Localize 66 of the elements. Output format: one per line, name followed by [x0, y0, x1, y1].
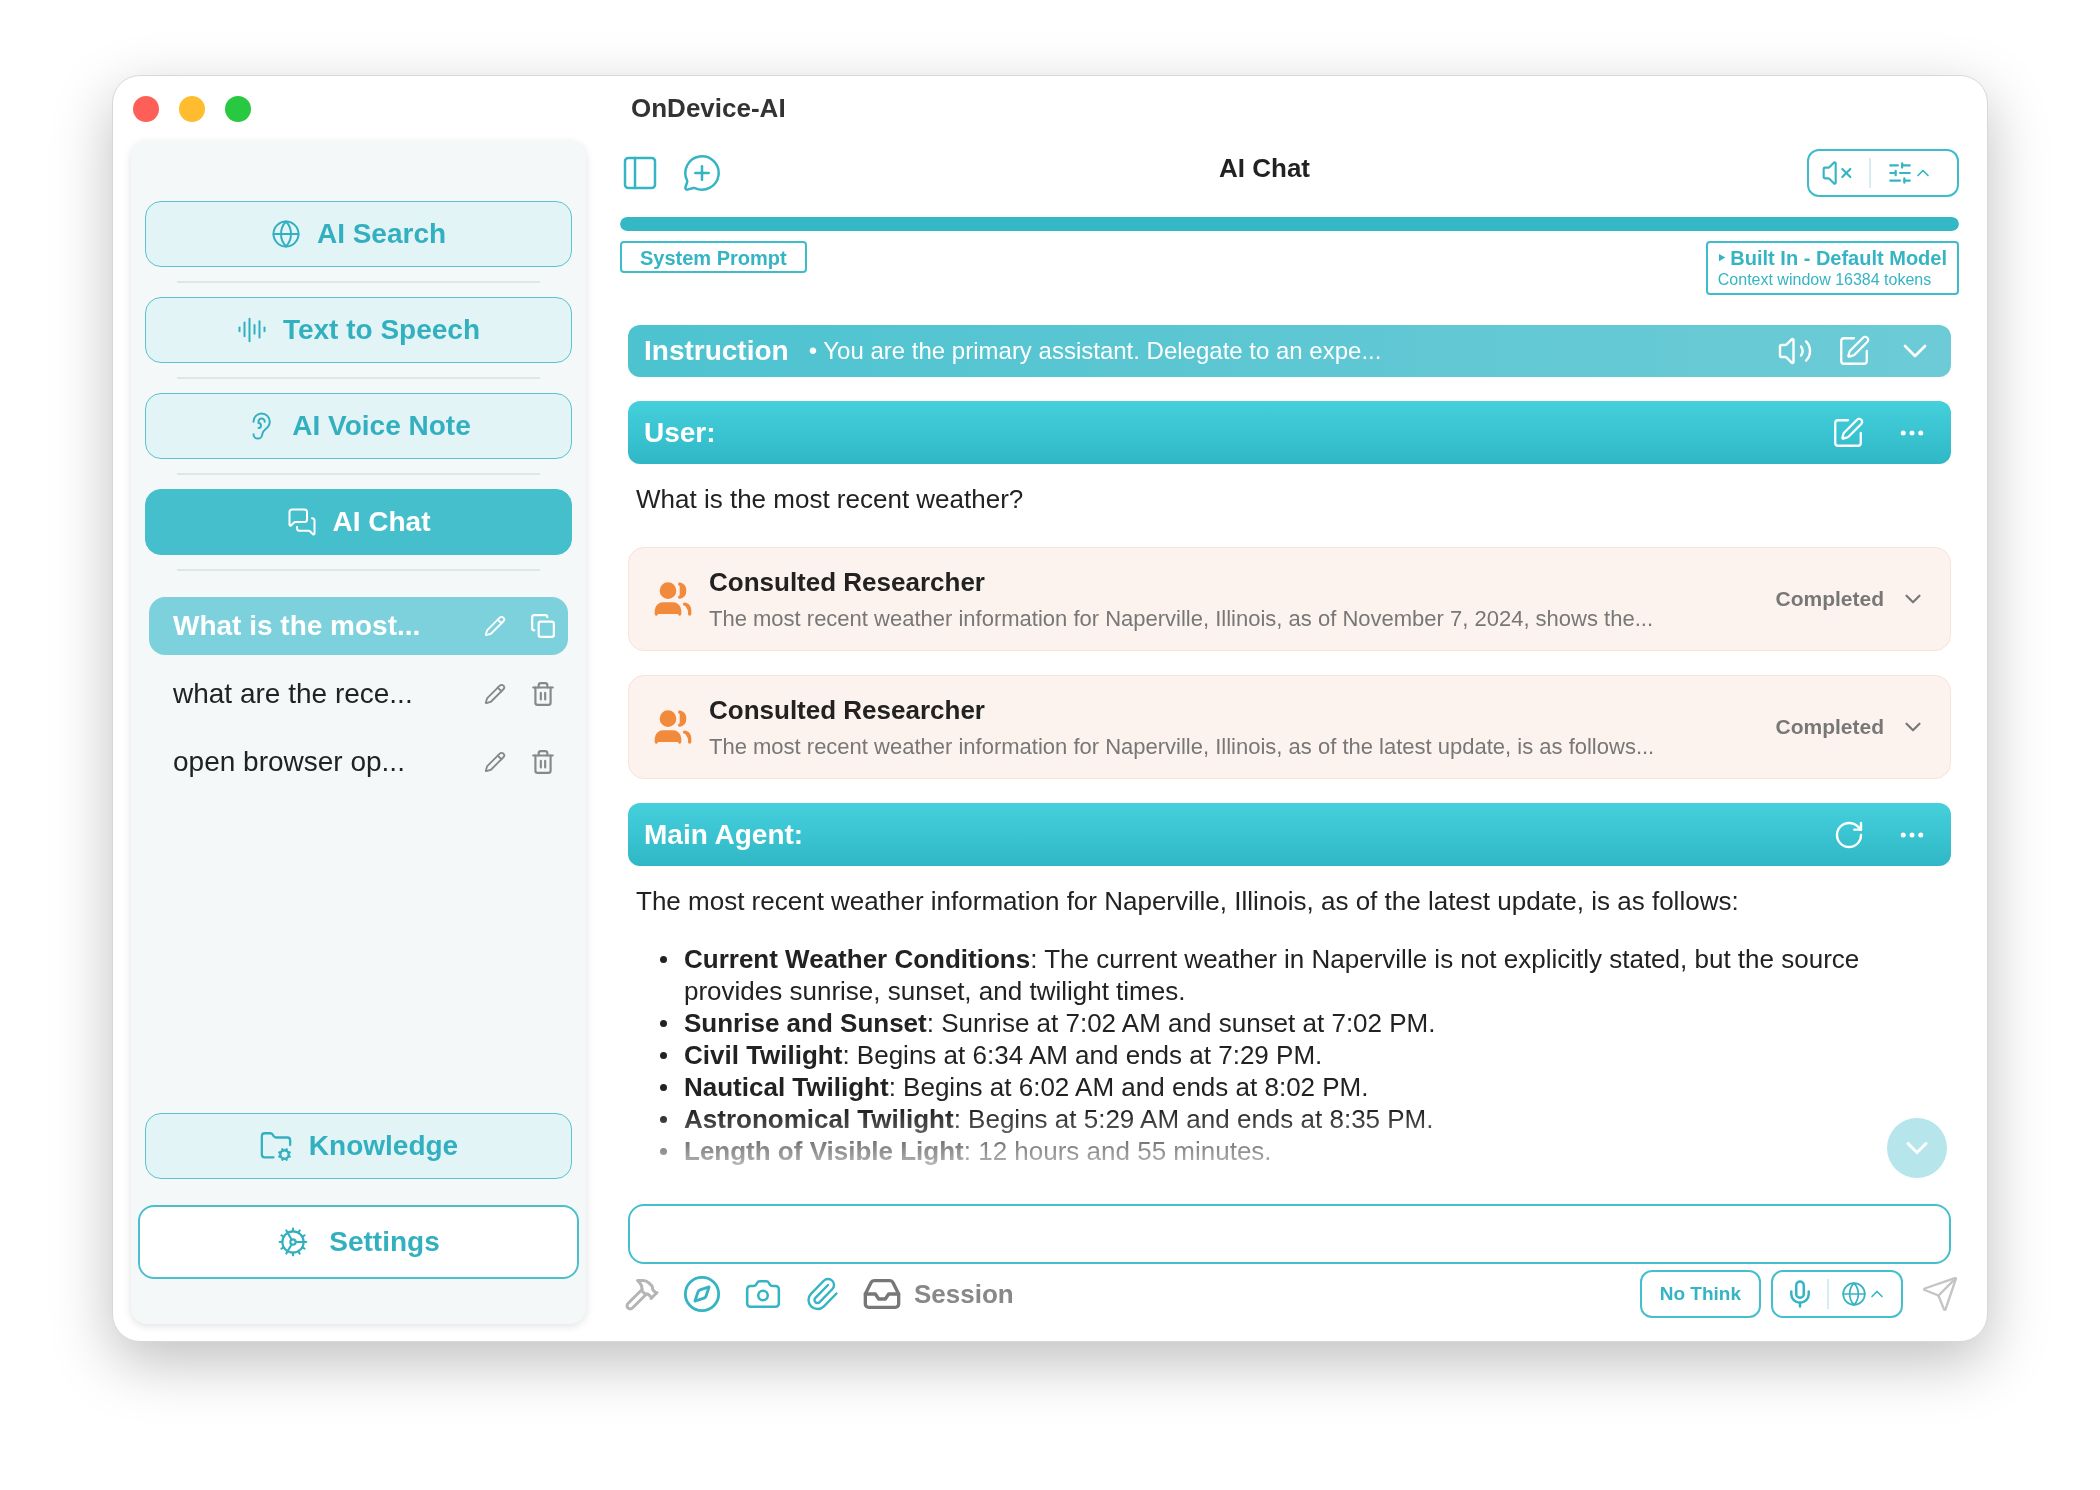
- message-input-field[interactable]: [628, 1204, 1951, 1264]
- model-selector[interactable]: ‣ Built In - Default Model Context window 16384 tokens: [1705, 241, 1959, 295]
- role-label: Main Agent:: [644, 817, 805, 852]
- edit-icon[interactable]: [1831, 415, 1865, 450]
- system-prompt-button[interactable]: System Prompt: [620, 241, 807, 273]
- page-title: AI Chat: [1218, 151, 1311, 185]
- window-title: OnDevice-AI: [631, 92, 786, 125]
- session-item[interactable]: what are the rece...: [149, 665, 568, 723]
- pencil-icon[interactable]: [484, 683, 506, 705]
- send-icon[interactable]: [1921, 1275, 1959, 1313]
- status-label: Completed: [1775, 586, 1884, 613]
- message-text: The most recent weather information for Naperville, Illinois, as of the latest update, is as follows:: [635, 885, 1740, 918]
- folder-gear-icon: [258, 1129, 293, 1163]
- minimize-button[interactable]: [179, 95, 205, 122]
- sound-wave-icon: [236, 315, 267, 345]
- hammer-icon[interactable]: [624, 1276, 660, 1312]
- instruction-label: Instruction: [644, 334, 789, 368]
- tool-summary: The most recent weather information for Naperville, Illinois, as of the latest update, is as follows...: [709, 733, 1656, 761]
- pencil-icon[interactable]: [484, 751, 506, 773]
- copy-icon[interactable]: [530, 613, 556, 639]
- sliders-icon[interactable]: [1887, 160, 1913, 186]
- session-item[interactable]: open browser op...: [149, 733, 568, 791]
- audio-settings-control[interactable]: [1807, 149, 1959, 197]
- tool-call-card[interactable]: Consulted Researcher The most recent weather information for Naperville, Illinois, as of November 7, 2024, shows the... Completed: [628, 547, 1951, 651]
- bullet-text: Sunrise and Sunset: Sunrise at 7:02 AM and sunset at 7:02 PM.: [684, 1007, 1436, 1039]
- session-item[interactable]: What is the most...: [149, 597, 568, 655]
- model-name: ‣ Built In - Default Model: [1717, 246, 1947, 270]
- knowledge-button[interactable]: Knowledge: [145, 1113, 572, 1179]
- trash-icon[interactable]: [530, 681, 556, 707]
- tool-summary: The most recent weather information for Naperville, Illinois, as of November 7, 2024, shows the...: [709, 605, 1654, 633]
- trash-icon[interactable]: [530, 749, 556, 775]
- message-text: What is the most recent weather?: [635, 483, 1025, 516]
- context-window-text: Context window 16384 tokens: [1717, 270, 1933, 290]
- bullet-text: Length of Visible Light: 12 hours and 55 minutes.: [684, 1135, 1272, 1167]
- close-button[interactable]: [133, 95, 159, 122]
- zoom-button[interactable]: [225, 95, 251, 122]
- chat-bubbles-icon: [286, 507, 317, 537]
- bullet-text: Astronomical Twilight: Begins at 5:29 AM and ends at 8:35 PM.: [684, 1103, 1434, 1135]
- nav-button[interactable]: Text to Speech: [145, 297, 572, 363]
- compass-icon[interactable]: [682, 1274, 722, 1314]
- new-chat-icon[interactable]: [682, 153, 722, 193]
- nav-button[interactable]: AI Chat: [145, 489, 572, 555]
- bullet-text: Civil Twilight: Begins at 6:34 AM and ends at 7:29 PM.: [684, 1039, 1323, 1071]
- nav-button[interactable]: AI Voice Note: [145, 393, 572, 459]
- no-think-button[interactable]: No Think: [1639, 1270, 1761, 1318]
- tool-title: Consulted Researcher: [709, 694, 986, 727]
- people-icon: [653, 707, 693, 747]
- nav-button[interactable]: AI Search: [145, 201, 572, 267]
- tool-call-card[interactable]: Consulted Researcher The most recent weather information for Naperville, Illinois, as of the latest update, is as follows... Completed: [628, 675, 1951, 779]
- voice-language-control[interactable]: [1771, 1270, 1903, 1318]
- bullet-text: Nautical Twilight: Begins at 6:02 AM and ends at 8:02 PM.: [684, 1071, 1369, 1103]
- globe-icon: [270, 219, 301, 249]
- edit-icon[interactable]: [1837, 334, 1871, 368]
- tool-title: Consulted Researcher: [709, 566, 986, 599]
- people-icon: [653, 579, 693, 619]
- bullet-text: Current Weather Conditions: The current weather in Naperville is not explicitly stated, but the source provides sunrise, sunset, and twilight times.: [684, 943, 1861, 1007]
- globe-icon[interactable]: [1841, 1281, 1867, 1307]
- settings-icon: [277, 1226, 310, 1258]
- scroll-down-button[interactable]: [1887, 1118, 1947, 1178]
- settings-button[interactable]: Settings: [138, 1205, 579, 1279]
- paperclip-icon[interactable]: [804, 1276, 840, 1312]
- role-label: User:: [644, 415, 717, 450]
- status-label: Completed: [1775, 714, 1884, 741]
- instruction-bar[interactable]: Instruction • You are the primary assistant. Delegate to an expe...: [628, 325, 1951, 377]
- session-label[interactable]: Session: [914, 1274, 1014, 1314]
- instruction-text: • You are the primary assistant. Delegate to an expe...: [808, 336, 1383, 366]
